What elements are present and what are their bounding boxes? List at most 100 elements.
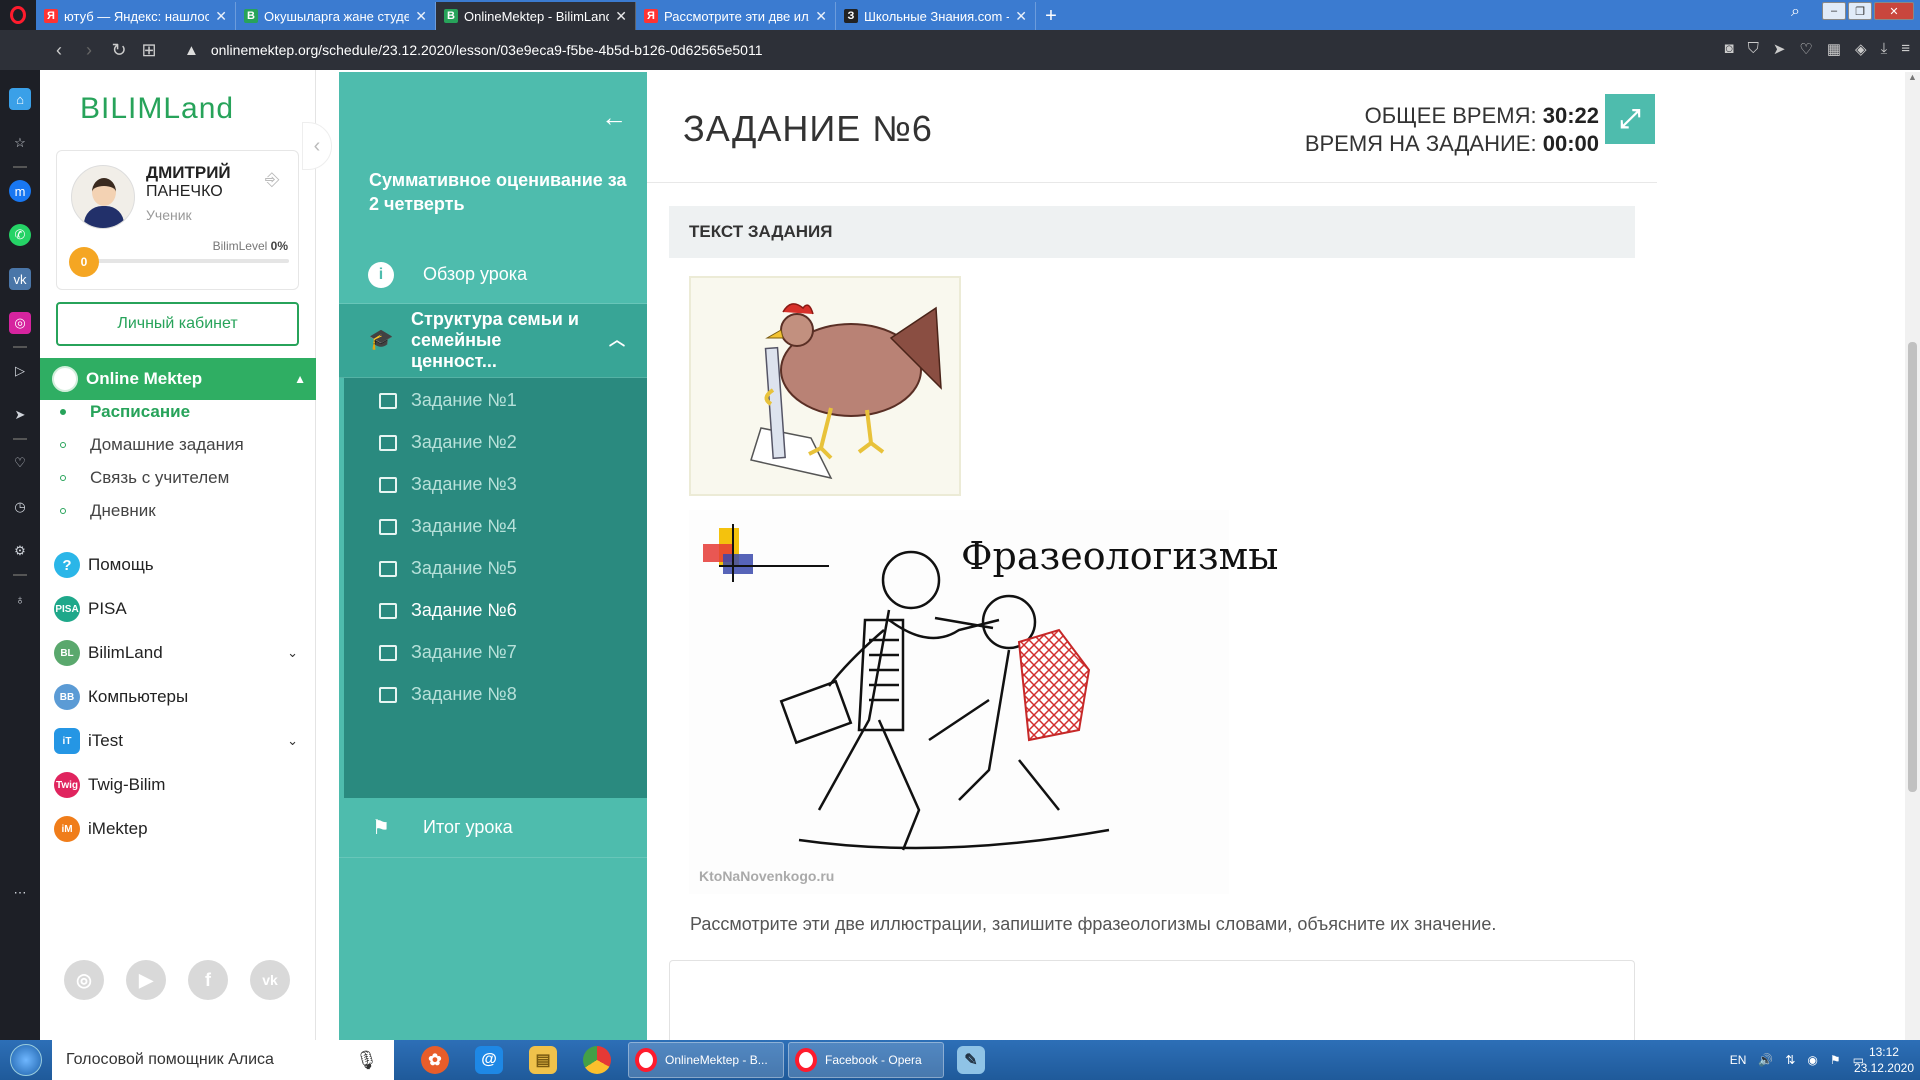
submenu-diary[interactable]: Дневник xyxy=(60,501,156,521)
star-icon[interactable]: ☆ xyxy=(9,132,31,154)
back-arrow-icon[interactable]: ← xyxy=(601,102,627,133)
submenu-contact-teacher[interactable]: Связь с учителем xyxy=(60,468,229,488)
url-field[interactable]: ▲ onlinemektep.org/schedule/23.12.2020/l… xyxy=(184,42,762,59)
menu-item-imektep[interactable]: iM iMektep xyxy=(54,814,304,844)
youtube-icon[interactable]: ▶ xyxy=(126,960,166,1000)
answer-field[interactable] xyxy=(669,960,1635,1040)
extension-icon[interactable]: ▦ xyxy=(1827,40,1841,58)
heart-icon[interactable]: ♡ xyxy=(9,452,31,474)
more-icon[interactable]: ⋯ xyxy=(9,882,31,904)
task-item-8[interactable]: Задание №8 xyxy=(379,684,517,705)
task-item-7[interactable]: Задание №7 xyxy=(379,642,517,663)
send-icon[interactable]: ➤ xyxy=(1773,40,1786,58)
reload-icon[interactable]: ↻ xyxy=(104,40,134,61)
task-item-6[interactable]: Задание №6 xyxy=(379,600,517,621)
messenger-icon[interactable]: m xyxy=(9,180,31,202)
submenu-homework[interactable]: Домашние задания xyxy=(60,435,244,455)
flow-icon[interactable]: ➤ xyxy=(9,404,31,426)
opera-menu-icon[interactable] xyxy=(0,0,36,30)
media-player-icon[interactable]: ✿ xyxy=(408,1040,462,1080)
mail-icon[interactable]: @ xyxy=(462,1040,516,1080)
browser-tab[interactable]: B Окушыларга жане студен ✕ xyxy=(236,2,436,30)
collapse-sidebar-button[interactable]: ‹ xyxy=(302,122,332,170)
browser-tab[interactable]: B OnlineMektep - BilimLand ✕ xyxy=(436,2,636,30)
history-icon[interactable]: ◷ xyxy=(9,496,31,518)
close-window-button[interactable]: ✕ xyxy=(1874,2,1914,20)
taskbar-opera-onlinemektep[interactable]: OnlineMektep - B... xyxy=(628,1042,784,1078)
task-item-1[interactable]: Задание №1 xyxy=(379,390,517,411)
heart-icon[interactable]: ♡ xyxy=(1799,40,1812,58)
task-item-3[interactable]: Задание №3 xyxy=(379,474,517,495)
task-item-2[interactable]: Задание №2 xyxy=(379,432,517,453)
divider xyxy=(647,182,1657,183)
close-tab-icon[interactable]: ✕ xyxy=(215,8,227,25)
vk-icon[interactable]: vk xyxy=(250,960,290,1000)
tab-title: Школьные Знания.com - F xyxy=(864,8,1010,24)
player-icon[interactable]: ▷ xyxy=(9,360,31,382)
notes-icon[interactable]: ✎ xyxy=(944,1040,998,1080)
task-label: Задание №8 xyxy=(411,684,517,704)
instagram-icon[interactable]: ◎ xyxy=(9,312,31,334)
online-mektep-menu[interactable]: Online Mektep ▲ xyxy=(40,358,316,400)
start-button[interactable] xyxy=(0,1040,52,1080)
volume-icon[interactable]: 🔊 xyxy=(1758,1053,1773,1067)
task-item-5[interactable]: Задание №5 xyxy=(379,558,517,579)
easy-setup-icon[interactable]: ≡ xyxy=(1901,40,1910,58)
tray-app-icon[interactable]: ◉ xyxy=(1807,1053,1817,1067)
logout-icon[interactable]: ⎆ xyxy=(265,169,279,190)
voice-assistant-search[interactable]: Голосовой помощник Алиса 🎙 xyxy=(52,1040,394,1080)
instagram-icon[interactable]: ◎ xyxy=(64,960,104,1000)
microphone-icon[interactable]: 🎙 xyxy=(355,1050,378,1071)
personal-cabinet-button[interactable]: Личный кабинет xyxy=(56,302,299,346)
submenu-schedule[interactable]: Расписание xyxy=(60,402,190,422)
cube-icon[interactable]: ◈ xyxy=(1855,40,1867,58)
close-tab-icon[interactable]: ✕ xyxy=(1015,8,1027,25)
lesson-overview-item[interactable]: i Обзор урока xyxy=(339,246,647,304)
file-explorer-icon[interactable]: ▤ xyxy=(516,1040,570,1080)
bilimland-logo[interactable]: BILIMLand xyxy=(80,92,234,126)
close-tab-icon[interactable]: ✕ xyxy=(415,8,427,25)
shield-icon[interactable]: ⛉ xyxy=(1748,40,1759,58)
close-tab-icon[interactable]: ✕ xyxy=(615,8,627,25)
whatsapp-icon[interactable]: ✆ xyxy=(9,224,31,246)
browser-tab[interactable]: Яютуб — Яндекс: нашлось ✕ xyxy=(36,2,236,30)
flag-icon[interactable]: ⚑ xyxy=(1830,1053,1841,1067)
language-indicator[interactable]: EN xyxy=(1730,1053,1747,1067)
security-warning-icon[interactable]: ▲ xyxy=(184,42,199,59)
scroll-up-icon[interactable]: ▲ xyxy=(1905,72,1920,86)
lesson-summary-item[interactable]: ⚑ Итог урока xyxy=(339,798,647,858)
menu-item-computers[interactable]: BB Компьютеры xyxy=(54,682,304,712)
maximize-button[interactable]: ❐ xyxy=(1848,2,1872,20)
lesson-topic-item[interactable]: 🎓 Структура семьи и семейные ценност... … xyxy=(339,304,647,378)
camera-icon[interactable]: ◙ xyxy=(1725,40,1734,58)
forward-icon[interactable]: › xyxy=(74,40,104,61)
home-icon[interactable]: ⌂ xyxy=(9,88,31,110)
browser-tab[interactable]: З Школьные Знания.com - F ✕ xyxy=(836,2,1036,30)
download-icon[interactable]: ⤓ xyxy=(1881,40,1888,58)
menu-item-twig-bilim[interactable]: Twig Twig-Bilim xyxy=(54,770,304,800)
settings-icon[interactable]: ⚙ xyxy=(9,540,31,562)
close-tab-icon[interactable]: ✕ xyxy=(815,8,827,25)
scrollbar-thumb[interactable] xyxy=(1908,342,1917,792)
system-clock[interactable]: 13:12 23.12.2020 xyxy=(1854,1044,1914,1076)
page-scrollbar[interactable]: ▲ xyxy=(1905,72,1920,1040)
menu-item-pisa[interactable]: PISA PISA xyxy=(54,594,304,624)
taskbar-opera-facebook[interactable]: Facebook - Opera xyxy=(788,1042,944,1078)
back-icon[interactable]: ‹ xyxy=(44,40,74,61)
new-tab-button[interactable]: + xyxy=(1036,2,1066,30)
avatar[interactable] xyxy=(71,165,135,229)
task-item-4[interactable]: Задание №4 xyxy=(379,516,517,537)
facebook-icon[interactable]: f xyxy=(188,960,228,1000)
menu-item-bilimland[interactable]: BL BilimLand ⌄ xyxy=(54,638,304,668)
tab-search-icon[interactable]: ⌕ xyxy=(1791,3,1800,21)
vk-icon[interactable]: vk xyxy=(9,268,31,290)
fullscreen-button[interactable]: ⤢ xyxy=(1605,94,1655,144)
menu-item-itest[interactable]: iT iTest ⌄ xyxy=(54,726,304,756)
chrome-icon[interactable] xyxy=(570,1040,624,1080)
browser-tab[interactable]: Я Рассмотрите эти две илл ✕ xyxy=(636,2,836,30)
minimize-button[interactable]: – xyxy=(1822,2,1846,20)
menu-item-help[interactable]: ? Помощь xyxy=(54,550,304,580)
network-icon[interactable]: ⇅ xyxy=(1785,1053,1795,1067)
speed-dial-icon[interactable]: ⊞ xyxy=(134,40,164,61)
lightbulb-icon[interactable]: ♁ xyxy=(9,588,31,610)
